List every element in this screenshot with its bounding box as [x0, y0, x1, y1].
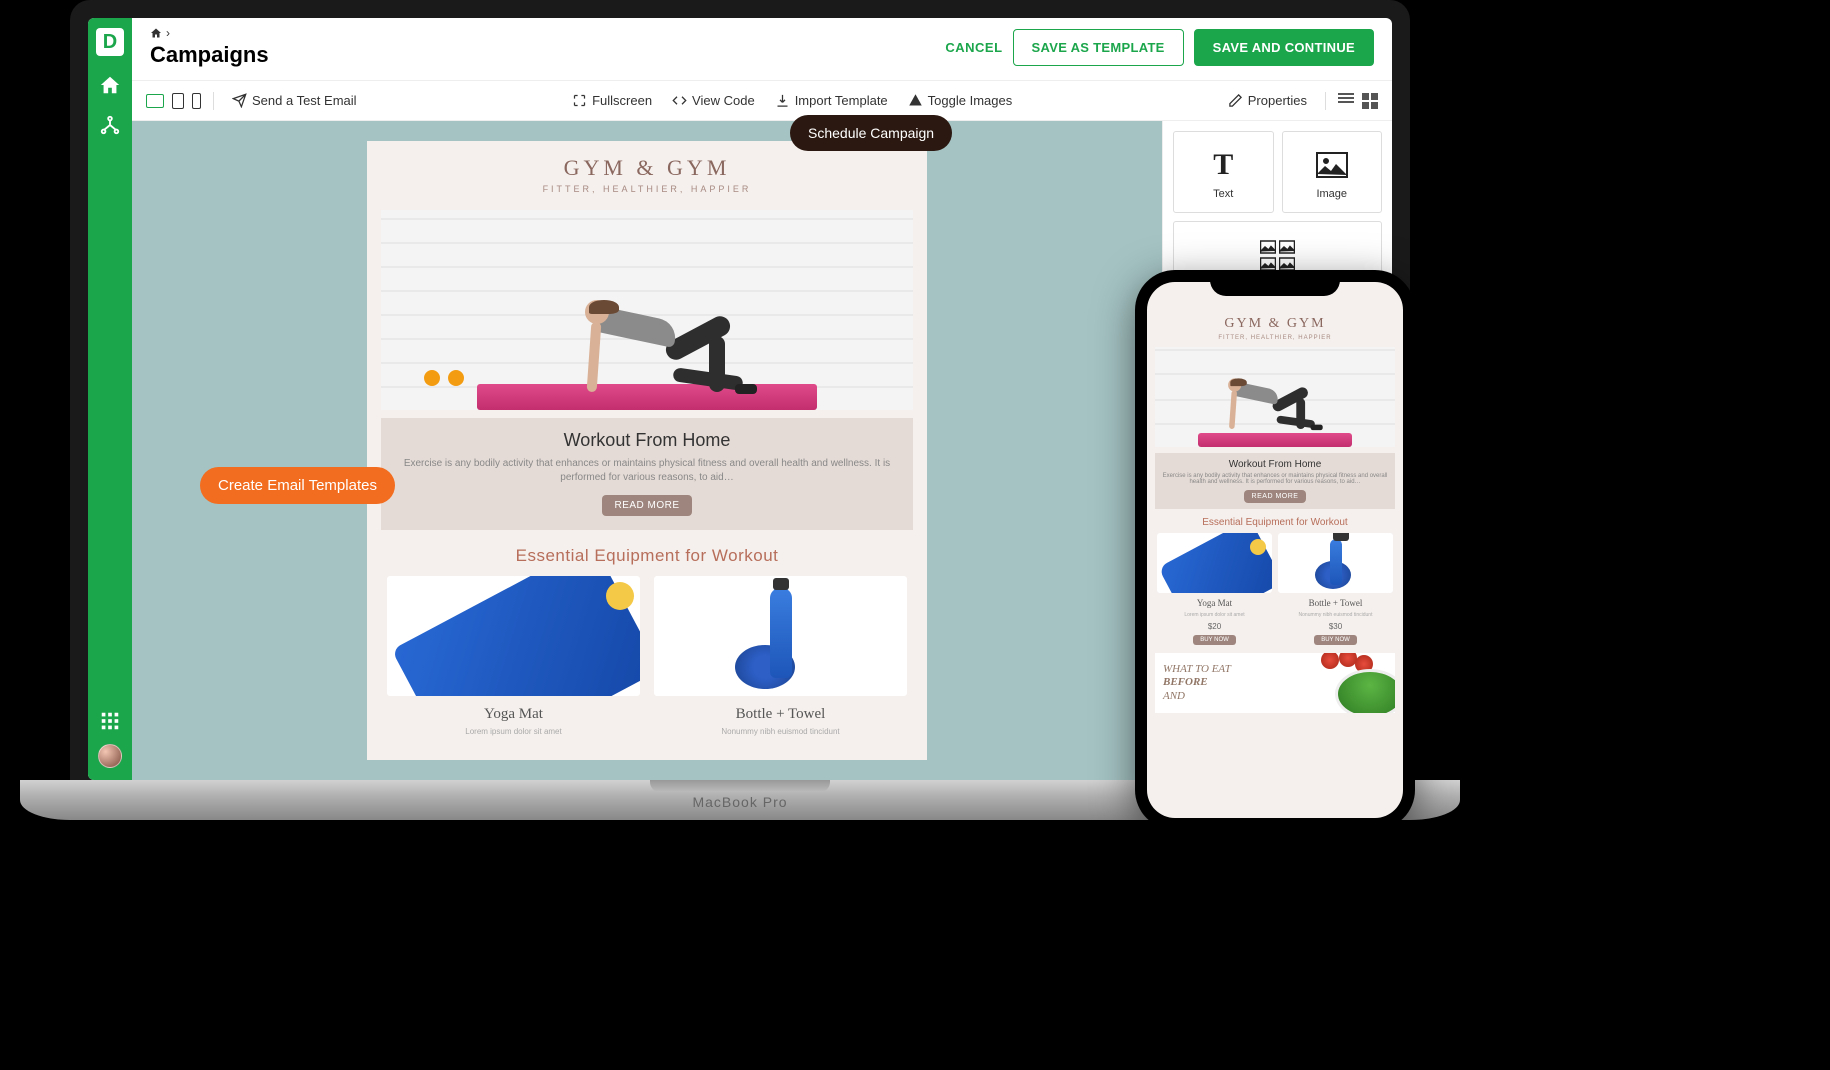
phone-notch [1210, 270, 1340, 296]
email-template[interactable]: GYM & GYM FITTER, HEALTHIER, HAPPIER [367, 141, 927, 760]
import-label: Import Template [795, 93, 888, 108]
widget-image[interactable]: Image [1282, 131, 1383, 213]
woman-exercising [583, 282, 763, 392]
read-more-button[interactable]: READ MORE [602, 495, 691, 516]
phone-hero-text: Workout From Home Exercise is any bodily… [1155, 453, 1395, 509]
import-icon [775, 93, 790, 108]
product-card[interactable]: Yoga Mat Lorem ipsum dolor sit amet [387, 576, 640, 736]
import-button[interactable]: Import Template [769, 89, 894, 112]
brand-tagline: FITTER, HEALTHIER, HAPPIER [367, 184, 927, 194]
save-as-template-button[interactable]: SAVE AS TEMPLATE [1013, 29, 1184, 66]
product-sub: Lorem ipsum dolor sit amet [387, 727, 640, 736]
widget-label: Text [1213, 188, 1233, 200]
phone-hero-body: Exercise is any bodily activity that enh… [1161, 473, 1389, 485]
image-group-widget-icon [1260, 238, 1295, 272]
tablet-preview-icon[interactable] [172, 93, 184, 109]
fullscreen-button[interactable]: Fullscreen [566, 89, 658, 112]
phone-brand: GYM & GYM [1147, 308, 1403, 332]
properties-label: Properties [1248, 93, 1307, 108]
product-sub: Nonummy nibh euismod tincidunt [654, 727, 907, 736]
phone-products: Yoga Mat Lorem ipsum dolor sit amet $20 … [1147, 533, 1403, 645]
view-code-button[interactable]: View Code [666, 89, 761, 112]
phone-buy-button[interactable]: BUY NOW [1314, 635, 1357, 645]
fullscreen-label: Fullscreen [592, 93, 652, 108]
phone-promo-banner: WHAT TO EAT BEFORE AND [1155, 653, 1395, 713]
phone-buy-button[interactable]: BUY NOW [1193, 635, 1236, 645]
phone-product-name: Bottle + Towel [1278, 598, 1393, 608]
phone-product-sub: Nonummy nibh euismod tincidunt [1278, 612, 1393, 618]
desktop-preview-icon[interactable] [146, 94, 164, 108]
hero-image[interactable] [381, 210, 913, 410]
create-templates-callout: Create Email Templates [200, 467, 395, 504]
user-avatar[interactable] [98, 744, 122, 768]
salad-image [1315, 653, 1395, 713]
text-widget-icon: T [1213, 148, 1233, 182]
laptop-model-label: MacBook Pro [692, 794, 787, 810]
equipment-heading: Essential Equipment for Workout [367, 530, 927, 576]
toggle-images-button[interactable]: Toggle Images [902, 89, 1019, 112]
product-card[interactable]: Bottle + Towel Nonummy nibh euismod tinc… [654, 576, 907, 736]
toggle-images-label: Toggle Images [928, 93, 1013, 108]
yoga-mat-image [387, 576, 640, 696]
view-code-label: View Code [692, 93, 755, 108]
image-widget-icon [1316, 148, 1348, 182]
widget-label: Image [1316, 188, 1347, 200]
phone-product-card[interactable]: Yoga Mat Lorem ipsum dolor sit amet $20 … [1157, 533, 1272, 645]
apps-grid-icon[interactable] [99, 710, 121, 732]
grid-view-icon[interactable] [1362, 93, 1378, 109]
page-title: Campaigns [150, 42, 269, 68]
hero-text-block[interactable]: Workout From Home Exercise is any bodily… [381, 418, 913, 530]
product-name: Bottle + Towel [654, 706, 907, 723]
email-canvas[interactable]: GYM & GYM FITTER, HEALTHIER, HAPPIER [132, 121, 1162, 780]
send-test-button[interactable]: Send a Test Email [226, 89, 363, 112]
properties-button[interactable]: Properties [1222, 89, 1313, 112]
left-sidebar: D [88, 18, 132, 780]
brand-name: GYM & GYM [367, 155, 927, 181]
toggle-images-icon [908, 93, 923, 108]
phone-read-more-button[interactable]: READ MORE [1244, 490, 1307, 503]
app-logo[interactable]: D [96, 28, 124, 56]
phone-frame: GYM & GYM FITTER, HEALTHIER, HAPPIER Wor… [1135, 270, 1415, 830]
phone-product-card[interactable]: Bottle + Towel Nonummy nibh euismod tinc… [1278, 533, 1393, 645]
mobile-preview-icon[interactable] [192, 93, 201, 109]
phone-screen: GYM & GYM FITTER, HEALTHIER, HAPPIER Wor… [1147, 282, 1403, 818]
widget-text[interactable]: T Text [1173, 131, 1274, 213]
phone-tagline: FITTER, HEALTHIER, HAPPIER [1147, 335, 1403, 341]
promo-text: WHAT TO EAT BEFORE AND [1163, 663, 1231, 703]
schedule-campaign-callout: Schedule Campaign [790, 115, 952, 151]
phone-product-sub: Lorem ipsum dolor sit amet [1157, 612, 1272, 618]
pencil-icon [1228, 93, 1243, 108]
chevron-right-icon: › [166, 26, 170, 40]
send-icon [232, 93, 247, 108]
hero-title: Workout From Home [397, 430, 897, 451]
breadcrumb[interactable]: › [150, 26, 269, 40]
phone-email-preview: GYM & GYM FITTER, HEALTHIER, HAPPIER Wor… [1147, 282, 1403, 713]
orange-dumbbells [424, 370, 464, 388]
phone-product-name: Yoga Mat [1157, 598, 1272, 608]
header-bar: › Campaigns CANCEL SAVE AS TEMPLATE SAVE… [132, 18, 1392, 81]
home-crumb-icon [150, 27, 162, 39]
product-name: Yoga Mat [387, 706, 640, 723]
phone-product-price: $30 [1278, 622, 1393, 631]
cancel-link[interactable]: CANCEL [945, 40, 1002, 55]
save-and-continue-button[interactable]: SAVE AND CONTINUE [1194, 29, 1374, 66]
separator [1325, 92, 1326, 110]
send-test-label: Send a Test Email [252, 93, 357, 108]
separator [213, 92, 214, 110]
phone-hero-image [1155, 347, 1395, 447]
list-view-icon[interactable] [1338, 93, 1354, 109]
home-icon[interactable] [99, 74, 121, 96]
code-icon [672, 93, 687, 108]
phone-hero-title: Workout From Home [1161, 459, 1389, 470]
fullscreen-icon [572, 93, 587, 108]
hero-body: Exercise is any bodily activity that enh… [397, 457, 897, 485]
products-row: Yoga Mat Lorem ipsum dolor sit amet Bott… [367, 576, 927, 748]
phone-product-price: $20 [1157, 622, 1272, 631]
editor-toolbar: Send a Test Email Fullscreen View Code [132, 81, 1392, 121]
branches-icon[interactable] [99, 114, 121, 136]
phone-equip-heading: Essential Equipment for Workout [1147, 509, 1403, 533]
bottle-towel-image [654, 576, 907, 696]
